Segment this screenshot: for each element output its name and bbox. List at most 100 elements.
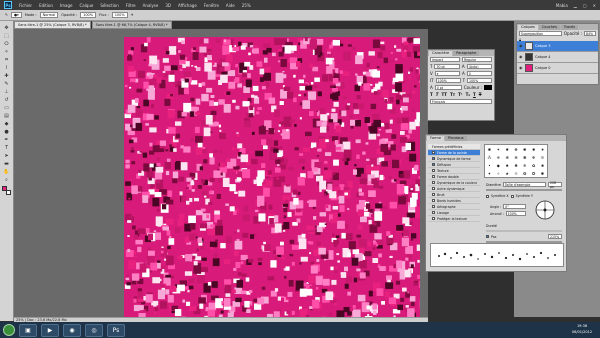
menu-edition[interactable]: Edition (39, 3, 53, 8)
healing-tool-icon[interactable]: ✚ (2, 73, 11, 79)
brush-tip-icon[interactable]: ◆ (494, 161, 503, 169)
brush-option-checkbox[interactable] (432, 181, 435, 184)
zoom-tool-icon[interactable]: ⌕ (2, 177, 11, 183)
eye-icon[interactable]: ◉ (519, 66, 523, 70)
flux-field[interactable]: 100% (111, 12, 128, 18)
brush-tip-icon[interactable]: ✼ (512, 153, 521, 161)
font-family-select[interactable]: Impact (430, 57, 460, 62)
layer-row-calque-3[interactable]: ◉ Calque 3 (517, 41, 598, 52)
menu-affichage[interactable]: Affichage (178, 3, 197, 8)
menu-fenetre[interactable]: Fenêtre (204, 3, 219, 8)
minimize-icon[interactable]: ▁ (574, 3, 577, 8)
tab-document-2[interactable]: Sans titre-1 @ 66,7% (Calque 4, RVB/8) * (91, 21, 172, 29)
horizontal-scale-field[interactable]: 100% (467, 78, 493, 83)
brush-tool-icon[interactable]: ✎ (5, 13, 8, 17)
brush-tip-icon[interactable]: ❊ (538, 153, 547, 161)
font-style-select[interactable]: Regular (462, 57, 492, 62)
pen-tool-icon[interactable]: ✒ (2, 137, 11, 143)
glitter-canvas[interactable] (124, 37, 420, 317)
start-button[interactable] (3, 324, 15, 336)
brush-tip-icon[interactable]: ✷ (538, 145, 547, 153)
tracking-field[interactable]: 0 (466, 71, 492, 76)
hardness-slider[interactable] (486, 230, 562, 232)
gradient-tool-icon[interactable]: ▤ (2, 113, 11, 119)
all-caps-button[interactable]: TT (441, 92, 447, 97)
brush-tip-icon[interactable]: ✽ (520, 153, 529, 161)
brush-option-checkbox[interactable] (432, 151, 435, 154)
leading-field[interactable]: (Auto) (466, 64, 493, 69)
menu-aide[interactable]: Aide (226, 3, 235, 8)
mode-select[interactable]: Normal (39, 12, 59, 18)
opacity-field[interactable]: 100% (80, 12, 97, 18)
roundness-field[interactable]: 100% (505, 211, 526, 216)
brush-tip-icon[interactable]: ⁂ (485, 153, 494, 161)
brush-tip-icon[interactable]: ✺ (538, 169, 547, 177)
eye-icon[interactable]: ◉ (519, 55, 523, 59)
lasso-tool-icon[interactable]: ⵔ (2, 41, 11, 47)
brush-tip-icon[interactable]: ♣ (512, 161, 521, 169)
brush-option-checkbox[interactable] (432, 199, 435, 202)
brush-option-checkbox[interactable] (432, 217, 435, 220)
layer-row-calque-4[interactable]: ◉ Calque 4 (517, 52, 598, 63)
history-brush-icon[interactable]: ↺ (2, 97, 11, 103)
flip-x-checkbox[interactable] (486, 194, 489, 198)
brush-option-item[interactable]: Protéger la texture (428, 216, 480, 222)
tab-couches[interactable]: Couches (538, 25, 560, 30)
tab-calques[interactable]: Calques (518, 25, 538, 30)
underline-button[interactable]: T (473, 92, 476, 97)
subscript-button[interactable]: T₁ (466, 92, 470, 97)
blur-tool-icon[interactable]: ◆ (2, 121, 11, 127)
crop-tool-icon[interactable]: ⌗ (2, 57, 11, 63)
brush-tip-icon[interactable]: ✺ (520, 145, 529, 153)
menu-filtre[interactable]: Filtre (126, 3, 136, 8)
small-caps-button[interactable]: Tт (450, 92, 455, 97)
diameter-slider[interactable] (486, 189, 562, 191)
tab-forme[interactable]: Forme (427, 136, 444, 141)
explorer-taskbar-icon[interactable]: ▣ (19, 323, 37, 337)
vertical-scale-field[interactable]: 100% (435, 78, 461, 83)
close-icon[interactable]: ✕ (593, 3, 596, 8)
sample-size-button[interactable]: Taille d'exemple (502, 182, 546, 187)
menu-image[interactable]: Image (60, 3, 73, 8)
menu-analyse[interactable]: Analyse (143, 3, 159, 8)
brush-tip-icon[interactable]: ❋ (512, 145, 521, 153)
brush-tip-icon[interactable]: ✿ (529, 161, 538, 169)
brush-tip-icon[interactable]: ❂ (520, 169, 529, 177)
magic-wand-tool-icon[interactable]: ✧ (2, 49, 11, 55)
faux-bold-button[interactable]: T (430, 92, 433, 97)
brush-option-checkbox[interactable] (432, 163, 435, 166)
brush-tip-icon[interactable]: ✱ (485, 145, 494, 153)
superscript-button[interactable]: T¹ (458, 92, 462, 97)
brush-tip-icon[interactable]: ❀ (538, 161, 547, 169)
baseline-field[interactable]: 0 pt (434, 85, 462, 90)
foreground-color-swatch[interactable] (1, 186, 7, 191)
menu-selection[interactable]: Sélection (100, 3, 118, 8)
maximize-icon[interactable]: ▢ (583, 3, 587, 8)
layer-row-calque-0[interactable]: ◉ Calque 0 (517, 63, 598, 74)
brush-tip-icon[interactable]: ♠ (503, 161, 512, 169)
eraser-tool-icon[interactable]: ▭ (2, 105, 11, 111)
brush-tip-icon[interactable]: • (485, 161, 494, 169)
angle-roundness-widget[interactable] (534, 199, 556, 221)
brush-tip-icon[interactable]: ✶ (494, 145, 503, 153)
strikethrough-button[interactable]: T (479, 92, 482, 97)
move-tool-icon[interactable]: ✥ (2, 25, 11, 31)
blend-mode-select[interactable]: Superposition (519, 31, 562, 36)
brush-option-checkbox[interactable] (432, 193, 435, 196)
spacing-field[interactable]: 215% (548, 234, 562, 239)
brush-option-checkbox[interactable] (432, 205, 435, 208)
brush-tip-icon[interactable]: ★ (503, 169, 512, 177)
firefox-taskbar-icon[interactable]: ◉ (63, 323, 81, 337)
angle-field[interactable]: 0° (503, 204, 526, 209)
brush-tip-icon[interactable]: ✹ (529, 145, 538, 153)
tab-traces[interactable]: Tracés (560, 25, 579, 30)
hand-tool-icon[interactable]: ✋ (2, 169, 11, 175)
brush-tip-icon[interactable]: ✪ (529, 169, 538, 177)
marquee-tool-icon[interactable]: ⬚ (2, 33, 11, 39)
brush-option-checkbox[interactable] (432, 211, 435, 214)
brush-tip-icon[interactable]: ☼ (512, 169, 521, 177)
photoshop-taskbar-icon[interactable]: Ps (107, 323, 125, 337)
brush-option-checkbox[interactable] (432, 175, 435, 178)
language-select[interactable]: Français (430, 99, 492, 104)
lock-icon[interactable]: 🔒︎ (519, 37, 521, 42)
